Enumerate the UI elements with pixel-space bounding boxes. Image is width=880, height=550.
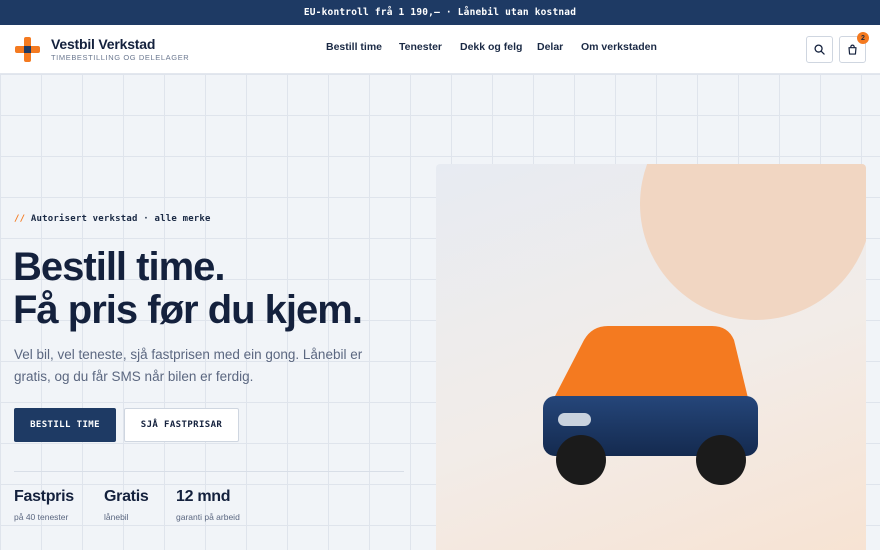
stat-label: lånebil: [104, 512, 129, 522]
car-icon: [543, 326, 758, 485]
brand-name[interactable]: Vestbil Verkstad: [51, 36, 155, 52]
stat-fixed-price: Fastpris på 40 tenester: [14, 488, 74, 522]
hero-eyebrow: // Autorisert verkstad · alle merke: [14, 214, 211, 224]
hero-title-line-2: Få pris før du kjem.: [13, 288, 363, 332]
stat-value: Gratis: [104, 488, 149, 505]
hero-illustration: [436, 164, 866, 550]
book-appointment-button[interactable]: BESTILL TIME: [14, 408, 116, 442]
eyebrow-prefix: //: [14, 214, 26, 224]
nav-item-tenester[interactable]: Tenester: [399, 41, 442, 53]
announcement-text: EU-kontroll frå 1 190,– · Lånebil utan k…: [303, 7, 577, 18]
stat-loan-car: Gratis lånebil: [104, 488, 149, 522]
nav-item-delar[interactable]: Delar: [537, 41, 563, 53]
cart-button[interactable]: 2: [839, 32, 869, 63]
hero-title-line-1: Bestill time.: [13, 245, 226, 289]
logo-cross-icon[interactable]: [15, 37, 40, 62]
stat-label: garanti på arbeid: [176, 512, 240, 522]
shopping-bag-icon: [848, 44, 857, 55]
brand-tagline: TIMEBESTILLING OG DELELAGER: [51, 53, 190, 62]
stat-warranty: 12 mnd garanti på arbeid: [176, 488, 240, 522]
announcement-bar: EU-kontroll frå 1 190,– · Lånebil utan k…: [0, 0, 880, 25]
search-button[interactable]: [806, 36, 833, 63]
see-fixed-prices-button[interactable]: SJÅ FASTPRISAR: [124, 408, 239, 442]
site-header: Vestbil Verkstad TIMEBESTILLING OG DELEL…: [0, 25, 880, 74]
stats-divider: [14, 471, 404, 472]
stat-label: på 40 tenester: [14, 512, 69, 522]
hero-lede: Vel bil, vel teneste, sjå fastprisen med…: [14, 347, 363, 384]
nav-item-om-verkstaden[interactable]: Om verkstaden: [581, 41, 657, 53]
stat-value: Fastpris: [14, 488, 74, 505]
hero-title: Bestill time. Få pris før du kjem.: [13, 245, 363, 332]
stat-value: 12 mnd: [176, 488, 231, 505]
cart-count-badge: 2: [857, 32, 869, 44]
search-icon: [814, 44, 825, 55]
nav-item-bestill-time[interactable]: Bestill time: [326, 41, 382, 53]
nav-item-dekk-og-felg[interactable]: Dekk og felg: [460, 41, 522, 53]
eyebrow-text: Autorisert verkstad · alle merke: [30, 214, 211, 224]
